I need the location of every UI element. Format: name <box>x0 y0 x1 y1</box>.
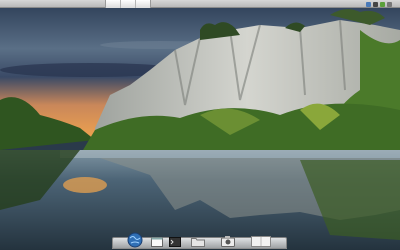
workspace-switcher[interactable] <box>105 0 151 8</box>
workspace-tab[interactable] <box>106 0 121 8</box>
window-icon[interactable] <box>151 237 163 247</box>
battery-icon[interactable] <box>387 1 392 7</box>
terminal-icon[interactable] <box>169 237 181 247</box>
globe-icon[interactable] <box>127 232 143 248</box>
camera-icon[interactable] <box>221 235 235 247</box>
workspace-tab[interactable] <box>136 0 150 8</box>
desktop-wallpaper <box>0 0 400 250</box>
trash-icon[interactable] <box>251 236 271 247</box>
dock <box>112 232 287 249</box>
folder-icon[interactable] <box>191 237 205 247</box>
chat-icon[interactable] <box>380 1 385 7</box>
top-panel <box>0 0 400 8</box>
volume-icon[interactable] <box>373 1 378 7</box>
workspace-tab[interactable] <box>121 0 136 8</box>
network-icon[interactable] <box>366 1 371 7</box>
system-tray <box>366 0 396 8</box>
